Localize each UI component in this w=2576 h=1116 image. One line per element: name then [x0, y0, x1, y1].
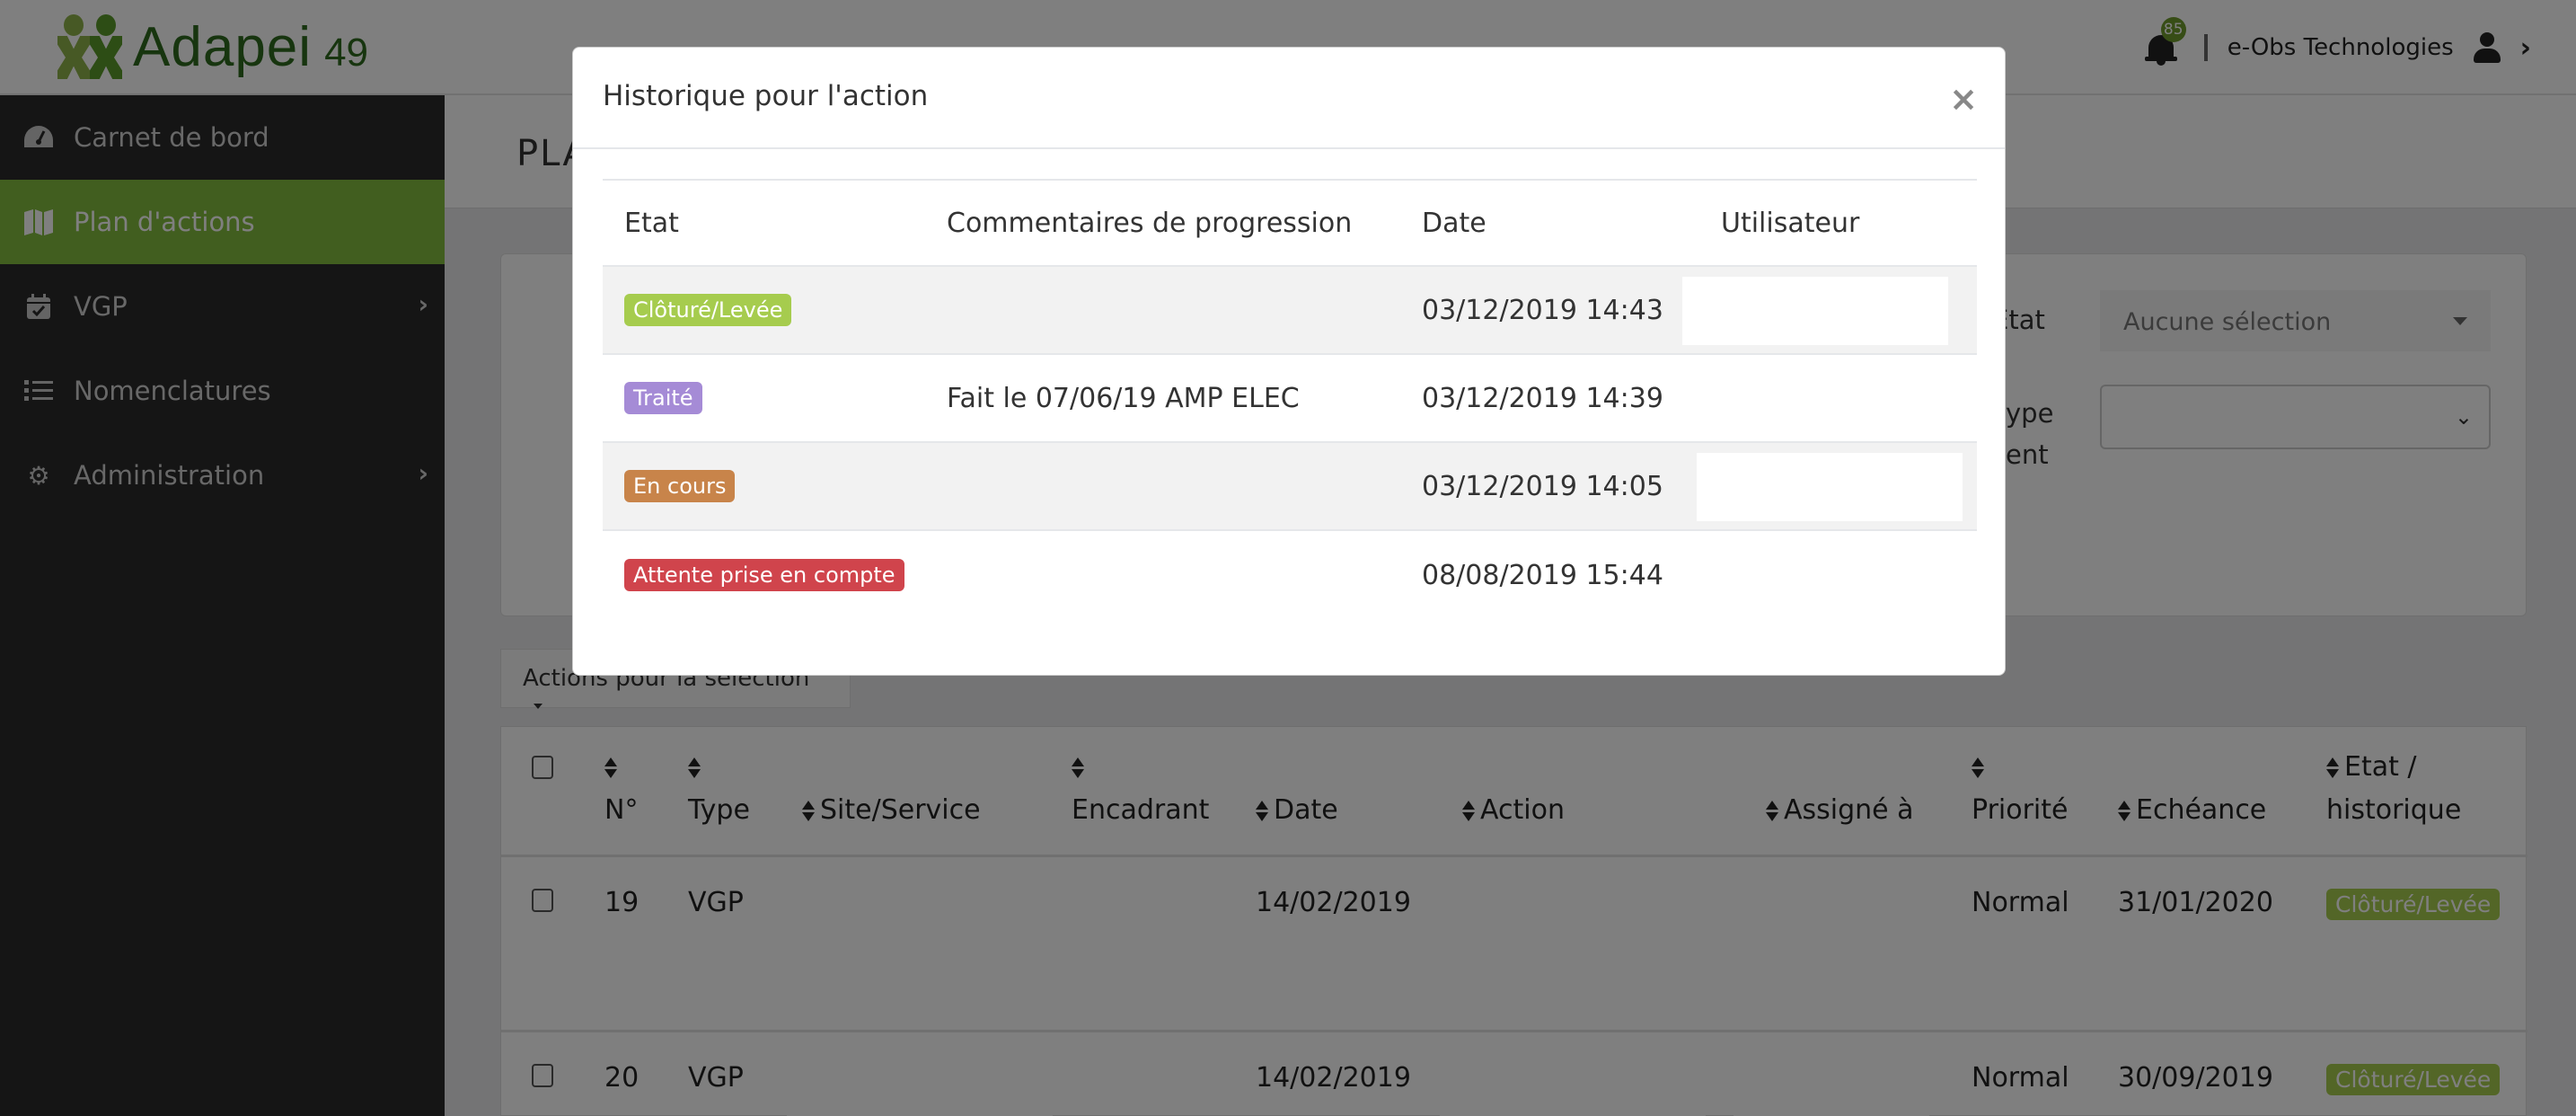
status-cell: En cours [624, 443, 736, 529]
close-icon[interactable]: × [1949, 82, 1978, 116]
date-cell: 03/12/2019 14:39 [1422, 382, 1663, 414]
redacted-user [1682, 277, 1948, 345]
status-badge: Attente prise en compte [624, 559, 904, 591]
column-header-etat: Etat [624, 207, 679, 239]
redacted-user [1697, 453, 1963, 521]
status-badge: Traité [624, 382, 702, 414]
comment-cell: Fait le 07/06/19 AMP ELEC [947, 382, 1300, 414]
date-cell: 08/08/2019 15:44 [1422, 559, 1663, 591]
history-table: Etat Commentaires de progression Date Ut… [603, 179, 1977, 619]
status-cell: Traité [624, 355, 702, 441]
modal-title: Historique pour l'action [603, 80, 929, 112]
column-header-utilisateur: Utilisateur [1721, 207, 1860, 239]
status-cell: Attente prise en compte [624, 531, 904, 619]
date-cell: 03/12/2019 14:43 [1422, 294, 1663, 326]
history-modal: Historique pour l'action × Etat Commenta… [572, 47, 2006, 676]
status-cell: Clôturé/Levée [624, 267, 792, 353]
table-row: En cours 03/12/2019 14:05 [603, 443, 1977, 531]
status-badge: Clôturé/Levée [624, 294, 792, 326]
date-cell: 03/12/2019 14:05 [1422, 470, 1663, 502]
status-badge: En cours [624, 470, 736, 502]
table-row: Traité Fait le 07/06/19 AMP ELEC 03/12/2… [603, 355, 1977, 443]
column-header-date: Date [1422, 207, 1486, 239]
history-table-header: Etat Commentaires de progression Date Ut… [603, 179, 1977, 267]
table-row: Clôturé/Levée 03/12/2019 14:43 [603, 267, 1977, 355]
modal-header: Historique pour l'action × [573, 48, 2005, 149]
column-header-commentaires: Commentaires de progression [947, 207, 1353, 239]
table-row: Attente prise en compte 08/08/2019 15:44 [603, 531, 1977, 619]
